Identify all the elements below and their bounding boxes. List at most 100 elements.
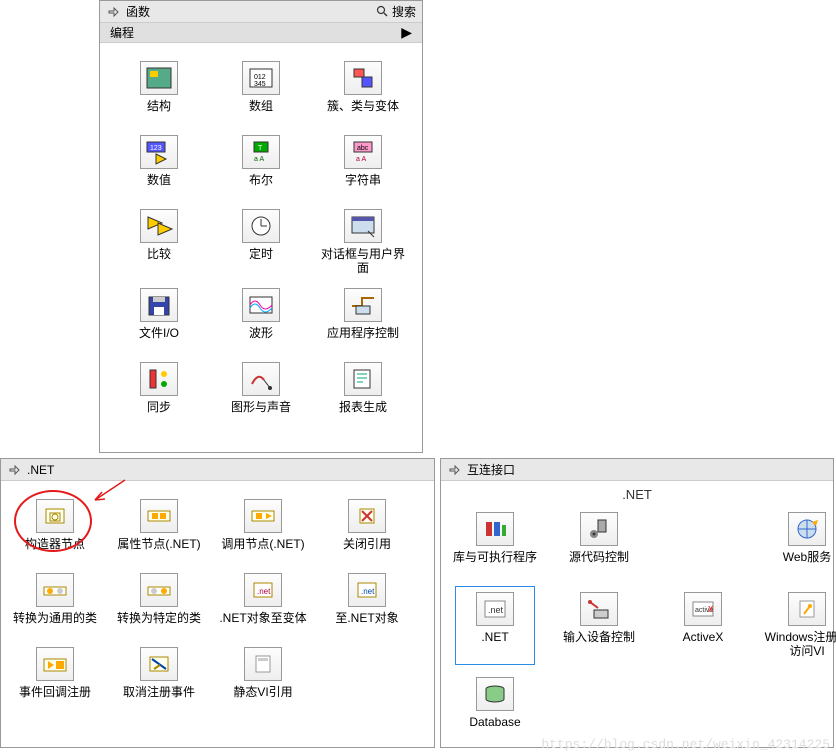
icon-label: 事件回调注册 bbox=[19, 685, 91, 699]
icon-label: 数值 bbox=[147, 173, 171, 187]
net-item-eventreg[interactable]: 事件回调注册 bbox=[5, 643, 105, 713]
interconnect-item-registry[interactable]: Windows注册表访问VI bbox=[757, 588, 836, 663]
report-icon bbox=[344, 362, 382, 396]
svg-text:123: 123 bbox=[150, 145, 162, 152]
structure-icon bbox=[140, 61, 178, 95]
timing-icon bbox=[242, 209, 280, 243]
icon-label: 结构 bbox=[147, 99, 171, 113]
icon-label: 字符串 bbox=[345, 173, 381, 187]
fileio-icon bbox=[140, 288, 178, 322]
net-item-closeref[interactable]: 关闭引用 bbox=[317, 495, 417, 565]
net-item-unreg[interactable]: 取消注册事件 bbox=[109, 643, 209, 713]
icon-label: 库与可执行程序 bbox=[453, 550, 537, 564]
palette-title: 函数 bbox=[126, 3, 150, 20]
pin-icon[interactable] bbox=[447, 463, 461, 477]
functions-item-cluster[interactable]: 簇、类与变体 bbox=[314, 57, 412, 127]
net-palette: .NET 构造器节点 属性节点(.NET) 调用节点(.NET) 关闭引用转换为通用的… bbox=[0, 458, 435, 748]
functions-item-structure[interactable]: 结构 bbox=[110, 57, 208, 127]
interconnect-item-dotnet[interactable]: .net .NET bbox=[445, 588, 545, 663]
functions-item-string[interactable]: abca A 字符串 bbox=[314, 131, 412, 201]
boolean-icon: Ta A bbox=[242, 135, 280, 169]
functions-item-timing[interactable]: 定时 bbox=[212, 205, 310, 280]
icon-label: Web服务 bbox=[783, 550, 831, 564]
interconnect-item-libs[interactable]: 库与可执行程序 bbox=[445, 508, 545, 578]
interconnect-palette: 互连接口 .NET 库与可执行程序源代码控制 Web服务 .net .NET 输入设备控… bbox=[440, 458, 834, 748]
icon-label: 构造器节点 bbox=[25, 537, 85, 551]
net-item-togeneric[interactable]: 转换为通用的类 bbox=[5, 569, 105, 639]
icon-label: 属性节点(.NET) bbox=[117, 537, 200, 551]
svg-text:.net: .net bbox=[488, 605, 504, 615]
palette-body: .NET 库与可执行程序源代码控制 Web服务 .net .NET 输入设备控制acti… bbox=[441, 481, 833, 743]
invokenode-icon bbox=[244, 499, 282, 533]
svg-text:.net: .net bbox=[361, 587, 375, 596]
icon-label: 应用程序控制 bbox=[327, 326, 399, 340]
functions-item-array[interactable]: 012345 数组 bbox=[212, 57, 310, 127]
functions-item-report[interactable]: 报表生成 bbox=[314, 358, 412, 428]
palette-title: 互连接口 bbox=[467, 461, 515, 478]
interconnect-item-database[interactable]: Database bbox=[445, 673, 545, 743]
interconnect-item-scc[interactable]: 源代码控制 bbox=[549, 508, 649, 578]
graphics-icon bbox=[242, 362, 280, 396]
icon-label: 关闭引用 bbox=[343, 537, 391, 551]
string-icon: abca A bbox=[344, 135, 382, 169]
icon-label: 调用节点(.NET) bbox=[221, 537, 304, 551]
unreg-icon bbox=[140, 647, 178, 681]
icon-label: .NET对象至变体 bbox=[219, 611, 306, 625]
registry-icon bbox=[788, 592, 826, 626]
functions-item-numeric[interactable]: 123 数值 bbox=[110, 131, 208, 201]
net-item-tospecific[interactable]: 转换为特定的类 bbox=[109, 569, 209, 639]
tovariant-icon: .net bbox=[244, 573, 282, 607]
functions-item-sync[interactable]: 同步 bbox=[110, 358, 208, 428]
closeref-icon bbox=[348, 499, 386, 533]
libs-icon bbox=[476, 512, 514, 546]
net-item-staticvi[interactable]: 静态VI引用 bbox=[213, 643, 313, 713]
icon-label: .NET bbox=[481, 630, 508, 644]
tonetobj-icon: .net bbox=[348, 573, 386, 607]
constructor-icon bbox=[36, 499, 74, 533]
functions-item-dialog[interactable]: 对话框与用户界面 bbox=[314, 205, 412, 280]
category-header[interactable]: 编程 ▶ bbox=[100, 23, 422, 43]
interconnect-item-input[interactable]: 输入设备控制 bbox=[549, 588, 649, 663]
net-item-tonetobj[interactable]: .net至.NET对象 bbox=[317, 569, 417, 639]
array-icon: 012345 bbox=[242, 61, 280, 95]
interconnect-item-activex[interactable]: activeXActiveX bbox=[653, 588, 753, 663]
functions-item-compare[interactable]: 比较 bbox=[110, 205, 208, 280]
search-box[interactable]: 搜索 bbox=[376, 3, 416, 20]
eventreg-icon bbox=[36, 647, 74, 681]
svg-text:012: 012 bbox=[254, 74, 266, 81]
pin-icon[interactable] bbox=[7, 463, 21, 477]
section-title: .NET bbox=[445, 483, 829, 508]
svg-text:a A: a A bbox=[254, 156, 264, 163]
net-item-invokenode[interactable]: 调用节点(.NET) bbox=[213, 495, 313, 565]
search-label: 搜索 bbox=[392, 3, 416, 20]
interconnect-item-web[interactable]: Web服务 bbox=[757, 508, 836, 578]
net-item-tovariant[interactable]: .net .NET对象至变体 bbox=[213, 569, 313, 639]
functions-item-boolean[interactable]: Ta A布尔 bbox=[212, 131, 310, 201]
tospecific-icon bbox=[140, 573, 178, 607]
palette-title: .NET bbox=[27, 463, 54, 477]
icon-label: Windows注册表访问VI bbox=[760, 630, 836, 659]
pin-icon[interactable] bbox=[106, 5, 120, 19]
numeric-icon: 123 bbox=[140, 135, 178, 169]
icon-label: 数组 bbox=[249, 99, 273, 113]
propnode-icon bbox=[140, 499, 178, 533]
net-item-propnode[interactable]: 属性节点(.NET) bbox=[109, 495, 209, 565]
net-item-constructor[interactable]: 构造器节点 bbox=[5, 495, 105, 565]
search-icon bbox=[376, 5, 390, 19]
icon-label: 静态VI引用 bbox=[233, 685, 292, 699]
icon-label: 簇、类与变体 bbox=[327, 99, 399, 113]
functions-item-appcontrol[interactable]: 应用程序控制 bbox=[314, 284, 412, 354]
web-icon bbox=[788, 512, 826, 546]
icon-label: 图形与声音 bbox=[231, 400, 291, 414]
functions-item-fileio[interactable]: 文件I/O bbox=[110, 284, 208, 354]
palette-header: 函数 搜索 bbox=[100, 1, 422, 23]
expand-arrow-icon: ▶ bbox=[401, 24, 412, 41]
icon-label: 定时 bbox=[249, 247, 273, 261]
svg-text:abc: abc bbox=[357, 145, 369, 152]
icon-label: 波形 bbox=[249, 326, 273, 340]
icon-label: 转换为特定的类 bbox=[117, 611, 201, 625]
functions-item-graphics[interactable]: 图形与声音 bbox=[212, 358, 310, 428]
functions-item-waveform[interactable]: 波形 bbox=[212, 284, 310, 354]
palette-body: 构造器节点 属性节点(.NET) 调用节点(.NET) 关闭引用转换为通用的类转换为特… bbox=[1, 481, 434, 713]
staticvi-icon bbox=[244, 647, 282, 681]
